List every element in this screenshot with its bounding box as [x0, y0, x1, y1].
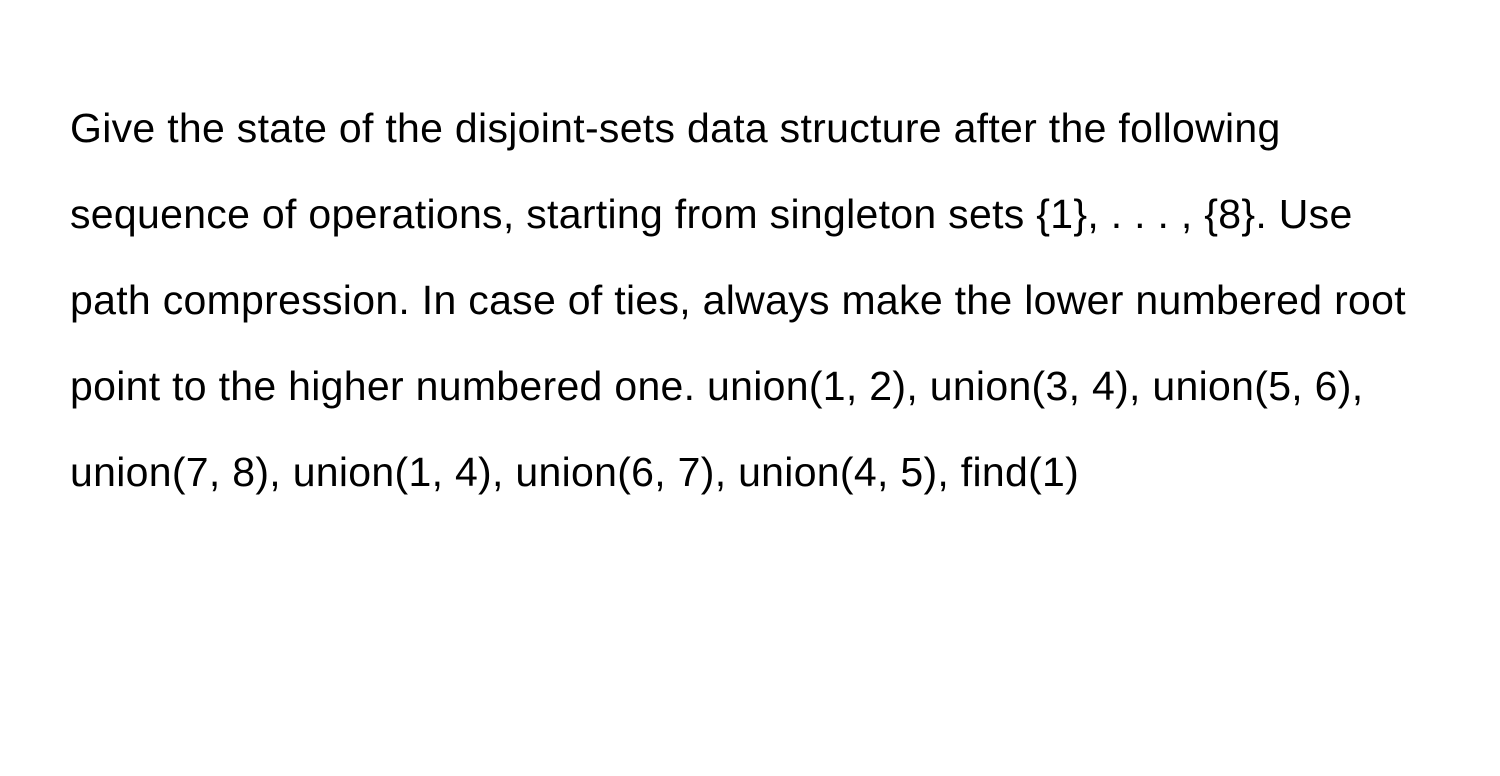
- problem-text: Give the state of the disjoint-sets data…: [70, 105, 1406, 495]
- problem-statement: Give the state of the disjoint-sets data…: [70, 85, 1430, 515]
